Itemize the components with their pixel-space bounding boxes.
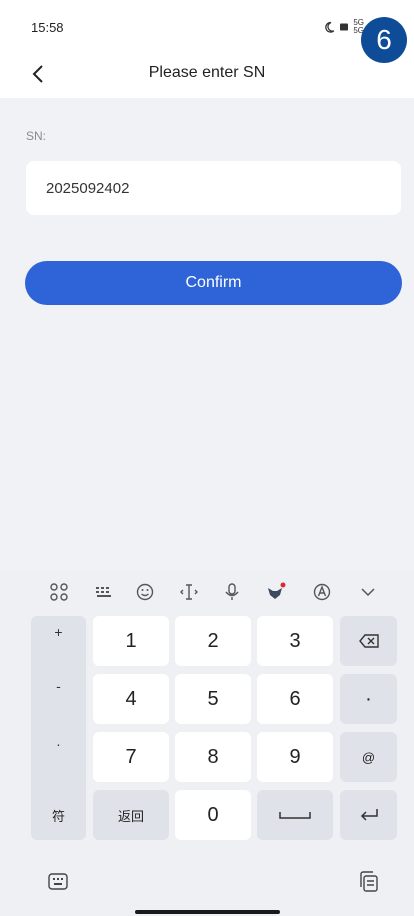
mic-icon[interactable] xyxy=(221,581,243,603)
key-1[interactable]: 1 xyxy=(93,616,169,666)
key-middle-dot[interactable]: · xyxy=(340,674,397,724)
key-0[interactable]: 0 xyxy=(175,790,251,840)
key-4[interactable]: 4 xyxy=(93,674,169,724)
status-bar: 15:58 5G 5G xyxy=(0,0,414,52)
symbols-key[interactable]: 符 xyxy=(31,790,86,840)
backspace-icon xyxy=(358,634,379,648)
symbol-plus-key[interactable]: + xyxy=(31,624,86,640)
sn-label: SN: xyxy=(26,129,47,143)
key-5[interactable]: 5 xyxy=(175,674,251,724)
emoji-icon[interactable] xyxy=(134,581,156,603)
key-9[interactable]: 9 xyxy=(257,732,333,782)
key-2[interactable]: 2 xyxy=(175,616,251,666)
enter-key[interactable] xyxy=(340,790,397,840)
keyboard: + - . / 1 2 3 4 5 6 · 7 8 9 @ 符 返回 0 xyxy=(0,571,414,916)
space-key[interactable] xyxy=(257,790,333,840)
return-key[interactable]: 返回 xyxy=(93,790,169,840)
keyboard-toolbar xyxy=(0,571,414,613)
cursor-icon[interactable] xyxy=(178,581,200,603)
key-7[interactable]: 7 xyxy=(93,732,169,782)
space-icon xyxy=(279,812,311,819)
mascot-icon[interactable] xyxy=(264,581,286,603)
sn-input[interactable]: 2025092402 xyxy=(26,161,401,215)
sn-input-value: 2025092402 xyxy=(46,179,130,197)
key-8[interactable]: 8 xyxy=(175,732,251,782)
status-time: 15:58 xyxy=(31,20,64,35)
confirm-button[interactable]: Confirm xyxy=(25,261,402,305)
key-6[interactable]: 6 xyxy=(257,674,333,724)
enter-icon xyxy=(360,809,378,821)
page-title: Please enter SN xyxy=(148,64,266,81)
symbol-dot-key[interactable]: . xyxy=(31,733,86,749)
status-icons: 5G 5G xyxy=(323,19,364,35)
keyboard-switch-icon[interactable] xyxy=(45,869,71,895)
symbol-minus-key[interactable]: - xyxy=(31,678,86,694)
app-bar: Please enter SN xyxy=(0,52,414,98)
battery-icon xyxy=(340,23,349,31)
confirm-button-label: Confirm xyxy=(185,274,242,291)
notification-badge: 6 xyxy=(361,17,407,63)
key-3[interactable]: 3 xyxy=(257,616,333,666)
clipboard-icon[interactable] xyxy=(356,869,382,895)
home-indicator[interactable] xyxy=(135,910,280,914)
translate-icon[interactable] xyxy=(311,581,333,603)
backspace-key[interactable] xyxy=(340,616,397,666)
apps-grid-icon[interactable] xyxy=(48,581,70,603)
moon-icon xyxy=(325,21,335,33)
keyboard-layout-icon[interactable] xyxy=(93,581,115,603)
chevron-down-icon[interactable] xyxy=(357,581,379,603)
key-at[interactable]: @ xyxy=(340,732,397,782)
